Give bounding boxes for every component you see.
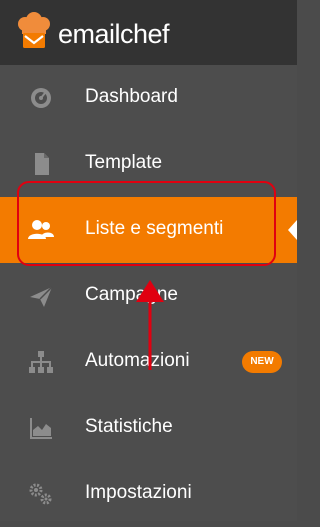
paper-plane-icon — [30, 286, 53, 307]
chef-hat-logo-icon — [18, 12, 50, 48]
active-indicator-caret — [288, 220, 297, 240]
sidebar-item-template[interactable]: Template — [0, 131, 297, 197]
area-chart-icon — [30, 418, 52, 439]
sidebar-item-statistiche[interactable]: Statistiche — [0, 395, 297, 461]
sidebar-item-label: Statistiche — [85, 416, 173, 437]
sidebar-item-label: Liste e segmenti — [85, 218, 224, 239]
brand-name: emailchef — [58, 19, 170, 49]
top-bar: emailchef — [0, 0, 297, 65]
sidebar-item-impostazioni[interactable]: Impostazioni — [0, 461, 297, 527]
document-icon — [35, 153, 49, 175]
new-badge: NEW — [242, 351, 282, 373]
dashboard-gauge-icon — [31, 88, 51, 108]
annotation-arrow-icon — [136, 280, 164, 370]
users-icon — [28, 220, 54, 239]
sidebar-item-label: Impostazioni — [85, 482, 192, 503]
sidebar-item-dashboard[interactable]: Dashboard — [0, 65, 297, 131]
gears-icon — [29, 483, 52, 505]
sitemap-icon — [29, 351, 53, 373]
sidebar-item-label: Template — [85, 152, 163, 173]
sidebar-item-liste-e-segmenti[interactable]: Liste e segmenti — [0, 197, 297, 263]
sidebar-item-label: Dashboard — [85, 86, 178, 107]
